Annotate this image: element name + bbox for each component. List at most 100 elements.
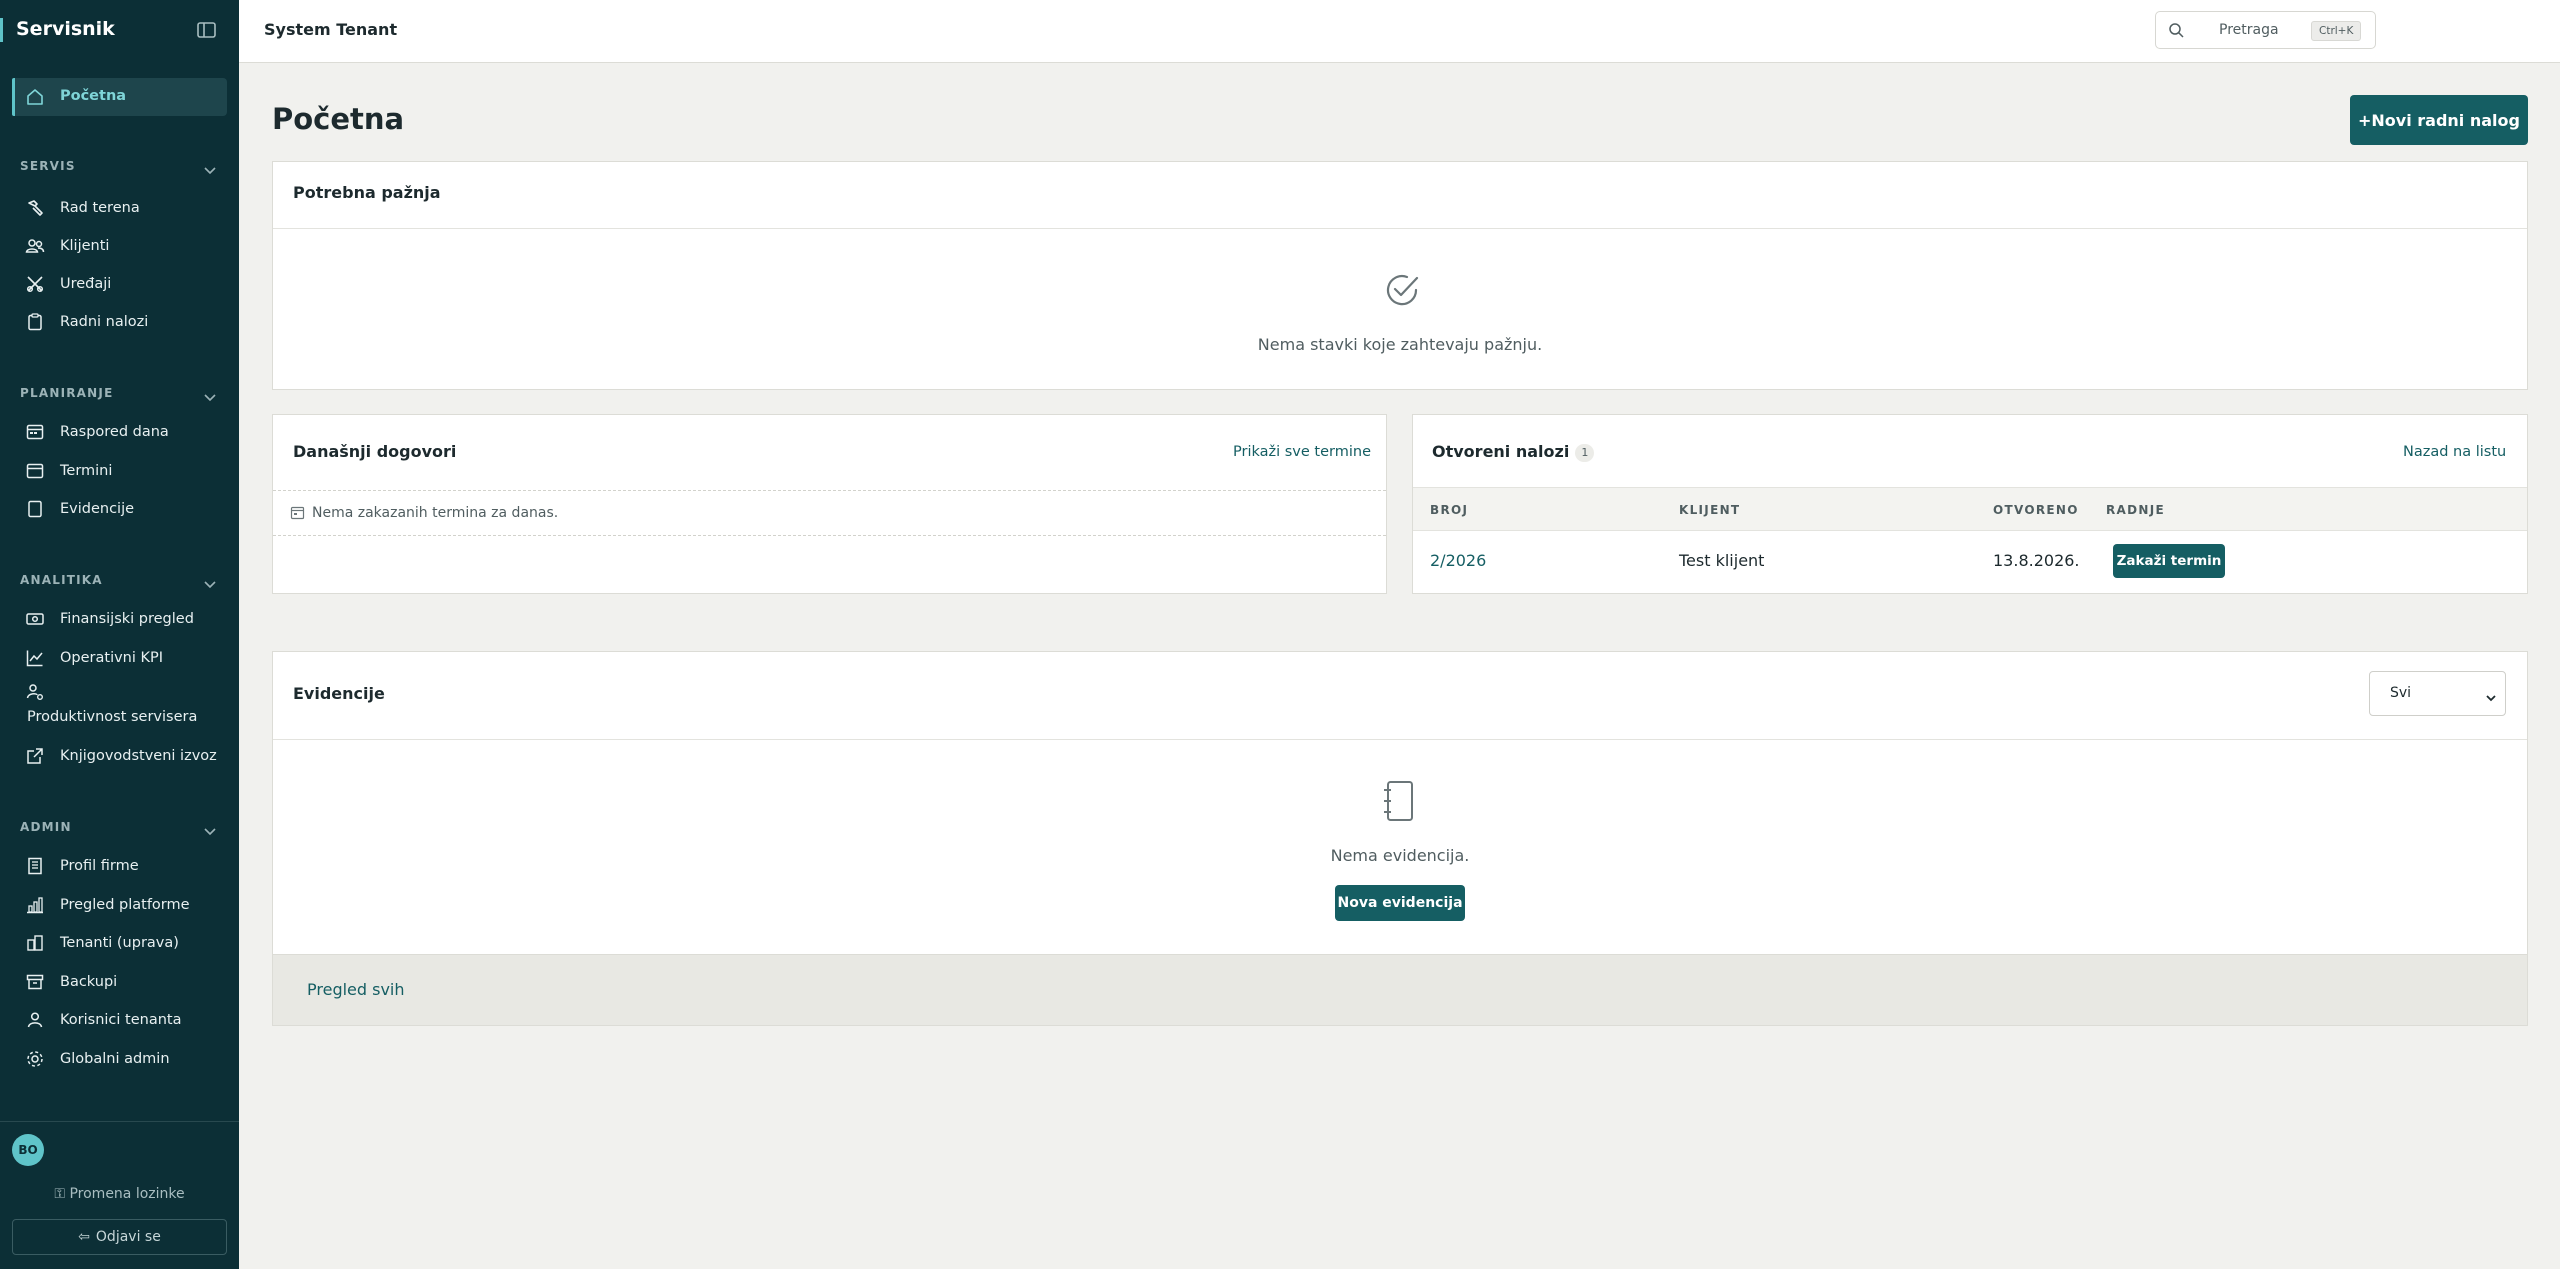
sidebar-item-label: Profil firme <box>60 858 139 874</box>
card-footer: Pregled svih <box>273 954 2527 1025</box>
column-header: KLIJENT <box>1679 503 1741 517</box>
empty-appointments-row: Nema zakazanih termina za danas. <box>273 490 1386 536</box>
sidebar-item-label: Rad terena <box>60 200 140 216</box>
sidebar-item-raspored-dana[interactable]: Raspored dana <box>12 415 227 449</box>
change-password-link[interactable]: ⚿ Promena lozinke <box>0 1186 239 1202</box>
calendar-icon <box>290 505 305 520</box>
chevron-down-icon[interactable] <box>203 822 217 836</box>
notebook-icon <box>25 499 45 519</box>
building-icon <box>25 856 45 876</box>
new-record-button[interactable]: Nova evidencija <box>1335 885 1465 921</box>
sidebar-item-korisnici-tenanta[interactable]: Korisnici tenanta <box>12 1003 227 1037</box>
back-to-list-link[interactable]: Nazad na listu <box>2403 444 2506 460</box>
sidebar-item-finansijski-pregled[interactable]: Finansijski pregled <box>12 602 227 636</box>
app-brand[interactable]: Servisnik <box>16 18 115 40</box>
sidebar-item-label: Globalni admin <box>60 1051 170 1067</box>
records-filter-select[interactable]: Svi <box>2369 671 2506 716</box>
sidebar-item-termini[interactable]: Termini <box>12 454 227 488</box>
empty-state-text: Nema zakazanih termina za danas. <box>312 505 559 521</box>
chevron-down-icon[interactable] <box>203 575 217 589</box>
logout-button[interactable]: ⇦ Odjavi se <box>12 1219 227 1255</box>
sidebar-item-label: Uređaji <box>60 276 112 292</box>
column-header: RADNJE <box>2106 503 2165 517</box>
show-all-appointments-link[interactable]: Prikaži sve termine <box>1233 444 1371 460</box>
bar-chart-icon <box>25 895 45 915</box>
archive-icon <box>25 972 45 992</box>
order-number-link[interactable]: 2/2026 <box>1430 551 1486 570</box>
sidebar-item-globalni-admin[interactable]: Globalni admin <box>12 1042 227 1076</box>
column-header: BROJ <box>1430 503 1469 517</box>
card-title: Otvoreni nalozi 1 <box>1432 442 1595 462</box>
money-icon <box>25 609 45 629</box>
new-work-order-button[interactable]: +Novi radni nalog <box>2350 95 2528 145</box>
calendar-icon <box>25 461 45 481</box>
order-opened-date: 13.8.2026. <box>1993 551 2080 570</box>
active-indicator <box>12 78 15 116</box>
sidebar-item-klijenti[interactable]: Klijenti <box>12 229 227 263</box>
sidebar-item-pregled-platforme[interactable]: Pregled platforme <box>12 888 227 922</box>
sidebar-item-knjigovodstveni-izvoz[interactable]: Knjigovodstveni izvoz <box>12 739 227 773</box>
schedule-appointment-button[interactable]: Zakaži termin <box>2113 544 2225 578</box>
view-all-link[interactable]: Pregled svih <box>307 980 405 999</box>
user-icon <box>25 1010 45 1030</box>
sidebar-item-label: Klijenti <box>60 238 110 254</box>
calendar-days-icon <box>25 422 45 442</box>
sidebar-item-evidencije[interactable]: Evidencije <box>12 492 227 526</box>
sidebar-toggle-icon[interactable] <box>196 20 218 40</box>
logout-label: Odjavi se <box>95 1229 161 1245</box>
section-title-planiranje: PLANIRANJE <box>20 386 114 400</box>
today-appointments-card: Današnji dogovori Prikaži sve termine Ne… <box>272 414 1387 594</box>
order-client: Test klijent <box>1679 551 1765 570</box>
sidebar-item-label: Pregled platforme <box>60 897 190 913</box>
sidebar-item-rad-terena[interactable]: Rad terena <box>12 191 227 225</box>
tools-icon <box>25 274 45 294</box>
sidebar-divider <box>0 1121 239 1122</box>
check-circle-icon <box>1383 271 1421 309</box>
sidebar-item-operativni-kpi[interactable]: Operativni KPI <box>12 641 227 675</box>
sidebar-item-home[interactable]: Početna <box>12 78 227 116</box>
hammer-icon <box>25 198 45 218</box>
chevron-down-icon[interactable] <box>203 161 217 175</box>
search-input[interactable]: Pretraga <box>2219 22 2279 38</box>
chevron-down-icon <box>2485 688 2497 707</box>
select-value: Svi <box>2390 685 2412 701</box>
chevron-down-icon[interactable] <box>203 388 217 402</box>
search-shortcut-hint: Ctrl+K <box>2311 21 2362 41</box>
sidebar-item-label: Korisnici tenanta <box>60 1012 182 1028</box>
logout-icon: ⇦ <box>78 1229 90 1245</box>
sidebar-item-label: Termini <box>60 463 113 479</box>
users-icon <box>25 236 45 256</box>
section-title-analitika: ANALITIKA <box>20 573 103 587</box>
sidebar-item-tenanti-uprava[interactable]: Tenanti (uprava) <box>12 926 227 960</box>
empty-state-text: Nema evidencija. <box>1330 846 1470 865</box>
records-card: Evidencije Svi Nema evidencija. Nova evi… <box>272 651 2528 1026</box>
sidebar-item-label: Tenanti (uprava) <box>60 935 179 951</box>
sidebar-item-uredjaji[interactable]: Uređaji <box>12 267 227 301</box>
sidebar-item-backupi[interactable]: Backupi <box>12 965 227 999</box>
buildings-icon <box>25 933 45 953</box>
brand-accent-bar <box>0 18 3 42</box>
sidebar-item-produktivnost-servisera[interactable]: Produktivnost servisera <box>12 680 227 730</box>
notebook-icon <box>1379 779 1419 823</box>
section-title-servis: SERVIS <box>20 159 76 173</box>
sidebar-item-radni-nalozi[interactable]: Radni nalozi <box>12 305 227 339</box>
table-row: 2/2026 Test klijent 13.8.2026. Zakaži te… <box>1413 531 2527 593</box>
change-password-label: Promena lozinke <box>69 1186 185 1202</box>
search-box[interactable]: Pretraga Ctrl+K <box>2155 11 2376 49</box>
sidebar-item-label: Backupi <box>60 974 118 990</box>
key-icon: ⚿ <box>54 1186 70 1202</box>
home-icon <box>25 87 45 107</box>
open-orders-card: Otvoreni nalozi 1 Nazad na listu BROJ KLI… <box>1412 414 2528 594</box>
sidebar-item-label: Raspored dana <box>60 424 169 440</box>
sidebar: Servisnik Početna SERVIS Rad terena Klij… <box>0 0 239 1269</box>
sidebar-item-label: Radni nalozi <box>60 314 149 330</box>
top-bar: System Tenant Pretraga Ctrl+K <box>239 0 2560 63</box>
search-icon <box>2168 22 2185 39</box>
page-title: Početna <box>272 102 405 136</box>
empty-state-text: Nema stavki koje zahtevaju pažnju. <box>1257 335 1543 354</box>
attention-card: Potrebna pažnja Nema stavki koje zahteva… <box>272 161 2528 390</box>
external-link-icon <box>25 746 45 766</box>
divider <box>273 228 2527 229</box>
sidebar-item-profil-firme[interactable]: Profil firme <box>12 849 227 883</box>
avatar[interactable]: BO <box>12 1134 44 1166</box>
